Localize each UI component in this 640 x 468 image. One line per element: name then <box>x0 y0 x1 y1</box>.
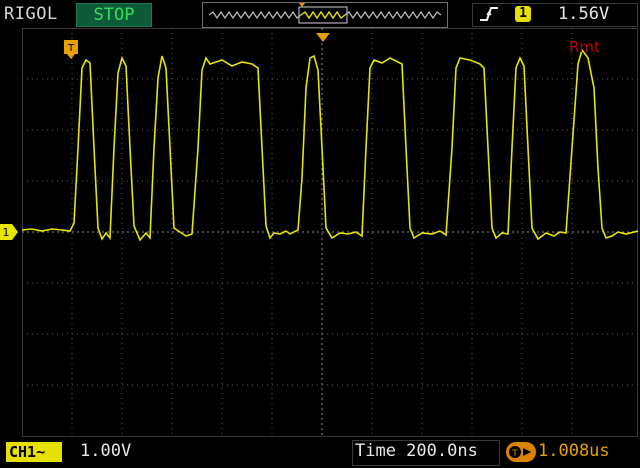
waveform-display[interactable] <box>21 27 639 438</box>
run-state-indicator[interactable]: STOP <box>76 3 152 27</box>
rising-edge-icon <box>478 4 500 29</box>
svg-text:T: T <box>67 43 75 54</box>
memory-overview-wave <box>208 3 442 24</box>
graticule-and-trace <box>21 27 639 438</box>
remote-indicator: Rmt <box>569 38 600 56</box>
svg-text:T: T <box>511 449 518 459</box>
horizontal-trigger-pointer-icon <box>316 28 330 47</box>
channel-coupling-badge[interactable]: CH1~ <box>6 442 62 462</box>
trigger-memory-marker <box>299 3 305 7</box>
trigger-channel-badge: 1 <box>515 6 531 22</box>
trigger-level-value: 1.56V <box>558 4 610 24</box>
svg-text:1: 1 <box>3 226 10 239</box>
channel-scale-value: 1.00V <box>80 441 132 461</box>
memory-depth-overview <box>202 2 448 28</box>
trigger-position-marker[interactable]: T <box>64 40 78 64</box>
trigger-offset-value: 1.008us <box>538 441 610 461</box>
ch1-ground-marker[interactable]: 1 <box>0 224 18 240</box>
brand-label: RIGOL <box>4 4 58 24</box>
timebase-value: Time 200.0ns <box>355 441 478 461</box>
trigger-offset-icon: T <box>506 442 536 462</box>
